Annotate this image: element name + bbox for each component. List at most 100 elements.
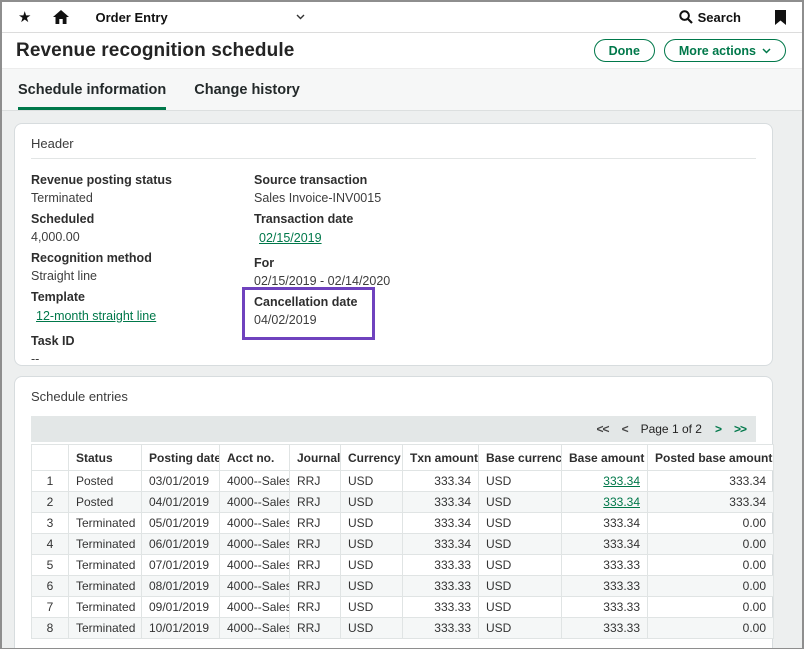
field-for: For02/15/2019 - 02/14/2020 [254,255,756,289]
field-label: Revenue posting status [31,172,254,188]
column-header-journal: Journal [290,445,341,471]
cell-posted-base-amount: 333.34 [648,492,774,513]
prev-page-button[interactable]: < [622,422,628,436]
title-bar: Revenue recognition schedule Done More a… [2,33,802,69]
cell-acct-no: 4000--Sales [220,597,290,618]
cell-acct-no: 4000--Sales [220,492,290,513]
cell-status: Terminated [69,618,142,639]
field-scheduled: Scheduled4,000.00 [31,211,254,245]
cell-base-currency: USD [479,576,562,597]
last-page-button[interactable]: >> [734,422,746,436]
cell-posting-date: 03/01/2019 [142,471,220,492]
title-actions: Done More actions [594,39,788,62]
chevron-down-icon [762,48,771,54]
cell-posting-date: 09/01/2019 [142,597,220,618]
column-header-base-amount: Base amount [562,445,648,471]
cell-base-amount: 333.33 [562,555,648,576]
cell-acct-no: 4000--Sales [220,555,290,576]
page-content: Header Revenue posting statusTerminatedS… [2,111,802,648]
cell-journal: RRJ [290,492,341,513]
cell-status: Terminated [69,576,142,597]
cell-status: Terminated [69,555,142,576]
cell-posted-base-amount: 0.00 [648,534,774,555]
schedule-entries-card: Schedule entries << < Page 1 of 2 > >> S… [14,376,773,648]
page-title: Revenue recognition schedule [16,40,294,62]
cell-journal: RRJ [290,597,341,618]
cell-status: Terminated [69,597,142,618]
field-template: Template 12-month straight line [31,289,254,328]
cell-txn-amount: 333.34 [403,513,479,534]
cell-posting-date: 08/01/2019 [142,576,220,597]
cell-posted-base-amount: 0.00 [648,618,774,639]
cell-txn-amount: 333.33 [403,555,479,576]
table-row: 2Posted04/01/20194000--SalesRRJUSD333.34… [32,492,774,513]
tabs: Schedule information Change history [2,69,802,111]
cell-base-amount: 333.34 [562,492,648,513]
cell-acct-no: 4000--Sales [220,534,290,555]
cell-txn-amount: 333.34 [403,471,479,492]
table-row: 1Posted03/01/20194000--SalesRRJUSD333.34… [32,471,774,492]
favorites-star-icon[interactable]: ★ [18,8,31,26]
cell-posting-date: 07/01/2019 [142,555,220,576]
cell-status: Terminated [69,513,142,534]
field-label: Source transaction [254,172,756,188]
cell-base-currency: USD [479,534,562,555]
cell-posted-base-amount: 0.00 [648,597,774,618]
field-value: 04/02/2019 [254,312,358,328]
done-button-label: Done [609,44,640,58]
table-header-row: StatusPosting dateAcct no.JournalCurrenc… [32,445,774,471]
next-page-button[interactable]: > [715,422,721,436]
cell-currency: USD [341,513,403,534]
cell-acct-no: 4000--Sales [220,513,290,534]
cell-base-amount: 333.34 [562,534,648,555]
cell-journal: RRJ [290,576,341,597]
cell-base-currency: USD [479,471,562,492]
search-button[interactable]: Search [679,10,741,25]
field-value[interactable]: 12-month straight line [36,308,156,324]
column-header-acct-no: Acct no. [220,445,290,471]
field-cancellation-date: Cancellation date04/02/2019 [242,287,375,340]
cell-base-currency: USD [479,555,562,576]
schedule-entries-table: StatusPosting dateAcct no.JournalCurrenc… [31,444,774,639]
table-row: 5Terminated07/01/20194000--SalesRRJUSD33… [32,555,774,576]
field-value[interactable]: 02/15/2019 [259,230,322,246]
tab-schedule-information[interactable]: Schedule information [18,82,166,110]
cell-status: Posted [69,492,142,513]
field-value: -- [31,351,254,367]
field-value: 4,000.00 [31,229,254,245]
table-body: 1Posted03/01/20194000--SalesRRJUSD333.34… [32,471,774,639]
cell-journal: RRJ [290,471,341,492]
cell-currency: USD [341,492,403,513]
cell-base-amount: 333.33 [562,597,648,618]
home-icon[interactable] [53,10,69,25]
cell-journal: RRJ [290,618,341,639]
cell-currency: USD [341,597,403,618]
schedule-entries-title: Schedule entries [31,389,756,404]
table-row: 3Terminated05/01/20194000--SalesRRJUSD33… [32,513,774,534]
cell-posting-date: 05/01/2019 [142,513,220,534]
chevron-down-icon [296,14,305,20]
cell-acct-no: 4000--Sales [220,471,290,492]
cell-base-amount: 333.34 [562,471,648,492]
first-page-button[interactable]: << [597,422,609,436]
base-amount-link[interactable]: 333.34 [603,474,640,488]
tab-change-history[interactable]: Change history [194,82,300,110]
column-header-row-number [32,445,69,471]
cell-posted-base-amount: 0.00 [648,555,774,576]
search-icon [679,10,693,24]
more-actions-button[interactable]: More actions [664,39,786,62]
module-dropdown[interactable]: Order Entry [95,10,304,25]
cell-row-number: 1 [32,471,69,492]
cell-journal: RRJ [290,534,341,555]
field-recognition-method: Recognition methodStraight line [31,250,254,284]
search-label: Search [698,10,741,25]
cell-txn-amount: 333.34 [403,492,479,513]
table-row: 6Terminated08/01/20194000--SalesRRJUSD33… [32,576,774,597]
done-button[interactable]: Done [594,39,655,62]
more-actions-label: More actions [679,44,756,58]
cell-row-number: 5 [32,555,69,576]
base-amount-link[interactable]: 333.34 [603,495,640,509]
column-header-posting-date: Posting date [142,445,220,471]
bookmark-icon[interactable] [775,10,786,25]
field-label: Template [31,289,254,305]
